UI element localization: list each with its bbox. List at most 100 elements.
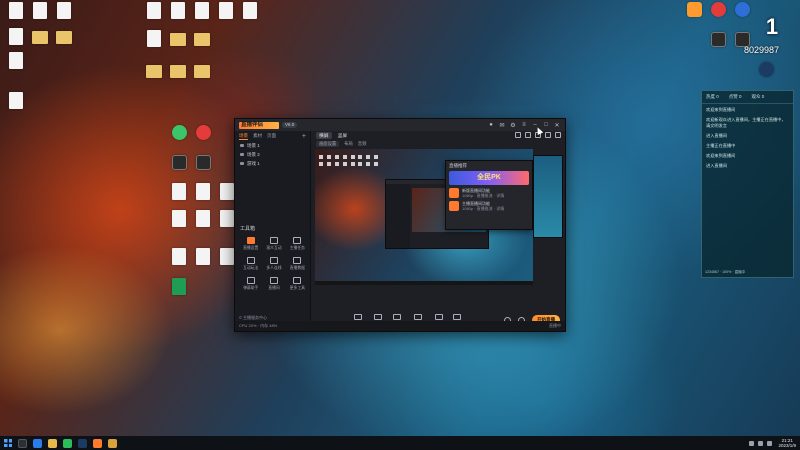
search-icon[interactable] (18, 438, 27, 448)
doc-icon (220, 248, 234, 265)
browser-icon[interactable] (33, 438, 42, 448)
tool-item[interactable]: 多人连线 (262, 257, 285, 271)
streaming-app-icon[interactable] (93, 438, 102, 448)
more-tools-icon (293, 277, 302, 284)
folder-icon (194, 65, 210, 78)
eye-icon[interactable] (240, 162, 244, 165)
maximize-icon[interactable]: □ (542, 121, 550, 129)
tab-material[interactable]: 素材 (253, 133, 262, 139)
desktop-file-icon[interactable] (50, 2, 78, 20)
chat-message: 欢迎来到直播间 (706, 107, 736, 112)
doc-icon (147, 30, 161, 47)
doc-icon (147, 2, 161, 19)
tool-item[interactable]: 主播任务 (286, 237, 309, 251)
tool-item[interactable]: 直播设置 (239, 237, 262, 251)
spreadsheet-icon (172, 278, 186, 295)
network-icon[interactable] (749, 440, 755, 446)
desktop-app-icon[interactable] (188, 62, 216, 79)
doc-icon (194, 33, 210, 46)
doc-icon (170, 33, 186, 46)
heat-stat: 热度 0 (706, 94, 719, 99)
add-scene-icon[interactable]: + (302, 133, 306, 140)
desktop-file-icon[interactable] (236, 2, 264, 20)
taskbar-clock[interactable]: 21:21 2023/1/9 (778, 438, 796, 448)
tool-label: 观众互动 (266, 246, 282, 250)
desktop-app-icon[interactable] (2, 92, 30, 110)
app-logo: 直播伴侣 (239, 121, 279, 129)
screenshot-icon[interactable] (525, 132, 531, 138)
sub-audio[interactable]: 音频 (358, 141, 367, 147)
scene-item[interactable]: 场景 1 (235, 141, 310, 150)
chat-message: 进入直播间 (706, 133, 727, 138)
doc-icon (172, 183, 186, 200)
tool-item[interactable]: 观众互动 (262, 237, 285, 251)
desktop-app-icon[interactable] (752, 62, 780, 78)
scene-item[interactable]: 场景 2 (235, 150, 310, 159)
notice-item-icon (449, 201, 459, 211)
steam-icon[interactable] (78, 438, 87, 448)
bell-icon[interactable] (545, 132, 551, 138)
notice-item-meta: 1080p · 直播推流 · 详情 (462, 193, 505, 198)
desktop-app-icon[interactable] (165, 278, 193, 296)
room-icon (269, 277, 278, 284)
scene-label: 场景 2 (247, 151, 260, 157)
volume-icon[interactable] (758, 440, 764, 446)
sub-layout[interactable]: 布局 (344, 141, 353, 147)
mail-icon[interactable]: ✉ (498, 121, 506, 129)
doc-icon (220, 210, 234, 227)
tool-label: 更多工具 (289, 286, 305, 290)
version-badge[interactable]: V6.0 (282, 122, 298, 128)
doc-icon (172, 248, 186, 265)
tool-item[interactable]: 直播间 (262, 277, 285, 291)
start-icon[interactable] (4, 439, 12, 447)
desktop-app-icon[interactable] (189, 155, 217, 171)
gift-icon (414, 313, 423, 320)
app-icon (686, 2, 702, 17)
preview-desktop-icons (319, 155, 379, 166)
notice-banner[interactable]: 全民PK (449, 171, 529, 185)
sub-display-settings[interactable]: 画面设置 (316, 141, 340, 147)
scene-item[interactable]: 游戏 1 (235, 159, 310, 168)
widget-time: 1 (765, 14, 779, 39)
effects-icon (353, 313, 362, 320)
eye-icon[interactable] (240, 153, 244, 156)
close-icon[interactable]: ✕ (553, 121, 561, 129)
notice-item[interactable]: 主播直播间功能 1080p · 直播推流 · 详情 (446, 198, 532, 211)
doc-icon (57, 2, 71, 19)
desktop-app-icon[interactable] (189, 125, 217, 141)
vertical-preview[interactable] (533, 155, 563, 238)
avatar-icon[interactable]: ● (487, 121, 495, 129)
chat-message: 主播正在直播中 (706, 143, 736, 148)
wechat-icon[interactable] (63, 438, 72, 448)
tool-item[interactable]: 互动玩法 (239, 257, 262, 271)
live-settings-icon (246, 237, 255, 244)
tab-portrait[interactable]: 竖屏 (338, 132, 348, 139)
tab-scene[interactable]: 场景 (239, 133, 248, 140)
eye-icon[interactable] (240, 144, 244, 147)
toolbox-grid: 直播设置 观众互动 主播任务互动玩法 多人连线 直播数据弹幕助手 直播间 更多工具 (239, 237, 309, 291)
share-icon[interactable] (555, 132, 561, 138)
notice-item[interactable]: 新版直播间功能 1080p · 直播推流 · 详情 (446, 185, 532, 198)
tab-page[interactable]: 页面 (267, 133, 276, 139)
tool-item[interactable]: 弹幕助手 (239, 277, 262, 291)
tool-label: 直播数据 (289, 266, 305, 270)
desktop-file-icon[interactable] (2, 52, 30, 70)
chat-message: 欢迎来到直播间 (706, 153, 736, 158)
desktop-file-icon[interactable] (50, 28, 78, 45)
statusbar: CPU 20% · 内存 48% 直播中 (235, 321, 565, 331)
tool-item[interactable]: 更多工具 (286, 277, 309, 291)
folder-icon (146, 65, 162, 78)
settings-icon[interactable]: ⚙ (509, 121, 517, 129)
mic-icon (434, 313, 443, 320)
folder-icon[interactable] (48, 438, 57, 448)
tool-label: 多人连线 (266, 266, 282, 270)
audience-icon (269, 237, 278, 244)
desktop-file-icon[interactable] (188, 30, 216, 47)
menu-icon[interactable]: ≡ (520, 121, 528, 129)
tool-item[interactable]: 直播数据 (286, 257, 309, 271)
input-method-icon[interactable] (767, 440, 773, 446)
tab-landscape[interactable]: 横屏 (316, 132, 332, 139)
record-icon[interactable] (515, 132, 521, 138)
doc-icon (9, 28, 23, 45)
app-icon[interactable] (108, 438, 117, 448)
